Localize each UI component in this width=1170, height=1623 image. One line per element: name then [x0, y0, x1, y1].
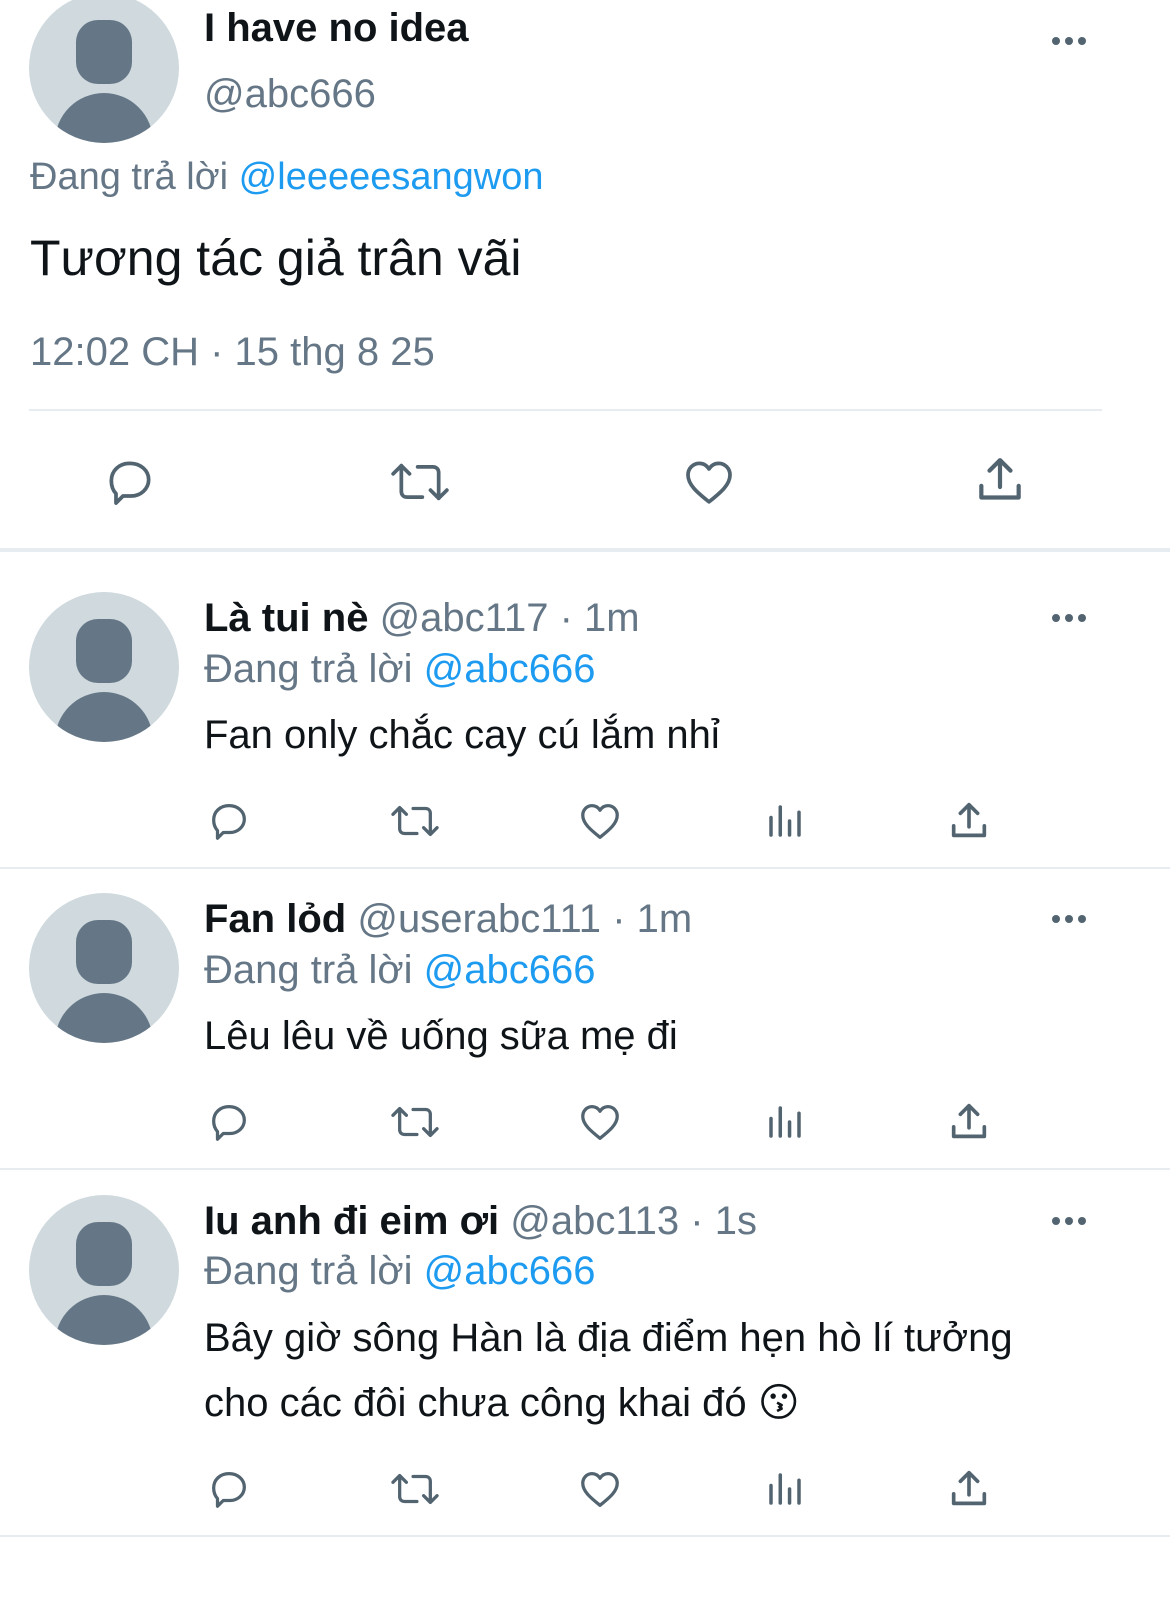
replying-to-handle[interactable]: @abc666 — [424, 647, 596, 691]
share-icon[interactable] — [946, 1099, 992, 1145]
retweet-icon[interactable] — [387, 1466, 443, 1512]
replying-to-handle[interactable]: @abc666 — [424, 948, 596, 992]
kissing-face-emoji: 😗 — [757, 1381, 800, 1425]
avatar[interactable] — [29, 893, 179, 1043]
analytics-icon[interactable] — [764, 1468, 806, 1510]
reply-icon[interactable] — [206, 798, 252, 844]
replying-prefix: Đang trả lời — [30, 156, 229, 198]
share-icon[interactable] — [946, 798, 992, 844]
tweet-text-line: cho các đôi chưa công khai đó 😗 — [204, 1380, 800, 1426]
share-icon[interactable] — [946, 1466, 992, 1512]
like-icon[interactable] — [576, 1099, 624, 1145]
more-options-icon[interactable] — [1049, 1215, 1089, 1227]
like-icon[interactable] — [680, 454, 738, 510]
retweet-icon[interactable] — [387, 798, 443, 844]
replying-to-handle[interactable]: @leeeeesangwon — [239, 156, 544, 198]
tweet-text: Tương tác giả trân vãi — [30, 230, 522, 286]
tweet-time[interactable]: · 1m — [612, 897, 692, 941]
tweet-time[interactable]: · 1m — [560, 596, 640, 640]
display-name[interactable]: Fan lỏd — [204, 897, 346, 941]
replying-to-line: Đang trả lời @abc666 — [204, 1249, 596, 1294]
tweet-time[interactable]: · 1s — [690, 1199, 757, 1243]
like-icon[interactable] — [576, 798, 624, 844]
section-divider — [0, 1168, 1170, 1170]
replying-to-line: Đang trả lời @leeeeesangwon — [30, 156, 543, 199]
reply-icon[interactable] — [206, 1466, 252, 1512]
display-name[interactable]: Iu anh đi eim ơi — [204, 1199, 499, 1243]
display-name[interactable]: Là tui nè — [204, 596, 368, 640]
share-icon[interactable] — [972, 452, 1028, 508]
avatar[interactable] — [29, 0, 179, 143]
retweet-icon[interactable] — [387, 1099, 443, 1145]
tweet-text-line: Bây giờ sông Hàn là địa điểm hẹn hò lí t… — [204, 1316, 1013, 1360]
tweet-text: Fan only chắc cay cú lắm nhỉ — [204, 713, 720, 757]
replying-prefix: Đang trả lời — [204, 948, 413, 992]
tweet-timestamp[interactable]: 12:02 CH · 15 thg 8 25 — [30, 330, 435, 375]
reply-icon[interactable] — [206, 1099, 252, 1145]
divider — [29, 409, 1102, 411]
analytics-icon[interactable] — [764, 800, 806, 842]
user-handle[interactable]: @abc113 — [510, 1199, 679, 1243]
tweet-text-content: cho các đôi chưa công khai đó — [204, 1381, 747, 1425]
retweet-icon[interactable] — [386, 454, 454, 510]
section-divider — [0, 548, 1170, 552]
user-handle[interactable]: @abc117 — [380, 596, 549, 640]
replying-to-line: Đang trả lời @abc666 — [204, 948, 596, 993]
replying-prefix: Đang trả lời — [204, 647, 413, 691]
avatar[interactable] — [29, 592, 179, 742]
user-handle[interactable]: @userabc111 — [357, 897, 601, 941]
user-handle[interactable]: @abc666 — [204, 72, 376, 117]
section-divider — [0, 867, 1170, 869]
tweet-header: Là tui nè @abc117 · 1m — [204, 596, 640, 641]
tweet-header: Fan lỏd @userabc111 · 1m — [204, 897, 692, 942]
display-name[interactable]: I have no idea — [204, 6, 469, 51]
like-icon[interactable] — [576, 1466, 624, 1512]
analytics-icon[interactable] — [764, 1101, 806, 1143]
more-options-icon[interactable] — [1049, 35, 1089, 47]
section-divider — [0, 1535, 1170, 1537]
tweet-header: Iu anh đi eim ơi @abc113 · 1s — [204, 1199, 757, 1244]
tweet-text: Lêu lêu về uống sữa mẹ đi — [204, 1014, 678, 1058]
reply-icon[interactable] — [102, 454, 158, 510]
avatar[interactable] — [29, 1195, 179, 1345]
more-options-icon[interactable] — [1049, 612, 1089, 624]
replying-to-handle[interactable]: @abc666 — [424, 1249, 596, 1293]
replying-to-line: Đang trả lời @abc666 — [204, 647, 596, 692]
replying-prefix: Đang trả lời — [204, 1249, 413, 1293]
more-options-icon[interactable] — [1049, 913, 1089, 925]
